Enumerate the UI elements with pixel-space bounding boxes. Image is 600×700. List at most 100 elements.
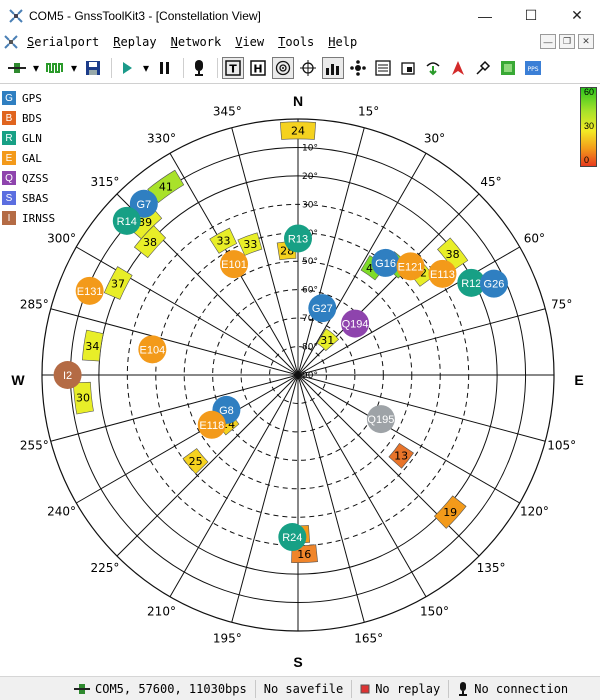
azimuth-label: 75° [551, 297, 572, 311]
bar-chart-icon[interactable] [322, 57, 344, 79]
legend-swatch: Q [2, 171, 16, 185]
menu-replay[interactable]: Replay [113, 35, 156, 49]
target-view-icon[interactable] [272, 57, 294, 79]
east-label: E [574, 372, 583, 388]
satellite-e121[interactable]: E121 [396, 252, 425, 281]
satellite-id: G27 [312, 303, 333, 315]
snr-value: 34 [85, 340, 99, 353]
save-icon[interactable] [82, 57, 104, 79]
constellation-icon[interactable] [347, 57, 369, 79]
window-title: COM5 - GnssToolKit3 - [Constellation Vie… [29, 8, 261, 23]
close-button[interactable]: ✕ [554, 0, 600, 31]
legend-swatch: E [2, 151, 16, 165]
azimuth-label: 165° [354, 632, 383, 646]
connect-dropdown-icon[interactable]: ▾ [31, 57, 41, 79]
colorbar-top-label: 60 [584, 87, 595, 97]
legend-item-qzss: Q QZSS [2, 168, 55, 188]
satellite-id: I2 [63, 370, 72, 382]
azimuth-label: 240° [47, 505, 76, 519]
satellite-id: Q194 [342, 319, 369, 331]
crosshair-icon[interactable] [297, 57, 319, 79]
satellite-q195[interactable]: Q195 [366, 405, 395, 434]
signal-wave-icon[interactable] [44, 57, 66, 79]
list-view-icon[interactable] [372, 57, 394, 79]
pause-icon[interactable] [154, 57, 176, 79]
satellite-icon[interactable] [472, 57, 494, 79]
snr-value: 31 [320, 334, 334, 347]
microphone-icon[interactable] [188, 57, 210, 79]
toolbar: ▾ ▾ ▾ T H PPS [0, 53, 600, 84]
azimuth-spoke [297, 374, 480, 557]
window-export-icon[interactable] [397, 57, 419, 79]
navigation-arrow-icon[interactable] [447, 57, 469, 79]
azimuth-label: 195° [213, 632, 242, 646]
legend-swatch: G [2, 91, 16, 105]
satellite-g27[interactable]: G27 [308, 294, 337, 323]
azimuth-label: 150° [420, 604, 449, 618]
wave-dropdown-icon[interactable]: ▾ [69, 57, 79, 79]
elevation-label: 50° [302, 257, 318, 267]
azimuth-label: 345° [213, 104, 242, 118]
download-icon[interactable] [422, 57, 444, 79]
south-label: S [293, 654, 302, 670]
satellite-r13[interactable]: R13 [284, 224, 312, 253]
azimuth-spoke [116, 374, 299, 557]
pps-icon[interactable]: PPS [522, 57, 544, 79]
satellite-id: R24 [282, 532, 302, 544]
satellite-id: E113 [430, 269, 455, 281]
satellite-e104[interactable]: E104 [138, 335, 167, 364]
satellite-e101[interactable]: E101 [220, 250, 248, 279]
legend-swatch: S [2, 191, 16, 205]
menu-network[interactable]: Network [171, 35, 222, 49]
satellite-id: E118 [199, 420, 224, 432]
hex-view-icon[interactable]: H [247, 57, 269, 79]
svg-text:PPS: PPS [527, 66, 538, 73]
satellite-g16[interactable]: G16 [371, 248, 400, 277]
elevation-label: 20° [302, 172, 318, 182]
satellite-id: E104 [139, 344, 165, 356]
satellite-g26[interactable]: G26 [479, 269, 508, 298]
azimuth-label: 255° [20, 439, 49, 453]
snr-value: 16 [297, 548, 311, 561]
satellite-r14[interactable]: R14 [112, 206, 141, 235]
text-view-icon[interactable]: T [222, 57, 244, 79]
play-dropdown-icon[interactable]: ▾ [141, 57, 151, 79]
satellite-e131[interactable]: E131 [75, 276, 104, 305]
north-label: N [293, 93, 303, 109]
maximize-button[interactable]: ☐ [508, 0, 554, 31]
replay-status-text: No replay [375, 681, 441, 696]
mdi-close-button[interactable]: ✕ [578, 34, 594, 49]
status-bar: COM5, 57600, 11030bps No savefile No rep… [0, 676, 600, 700]
menu-tools[interactable]: Tools [278, 35, 314, 49]
mdi-restore-button[interactable]: ❐ [559, 34, 575, 49]
satellite-q194[interactable]: Q194 [341, 309, 370, 338]
menu-view[interactable]: View [235, 35, 264, 49]
green-block-icon[interactable] [497, 57, 519, 79]
menu-serialport[interactable]: Serialport [27, 35, 99, 49]
azimuth-label: 30° [424, 132, 445, 146]
satellite-r24[interactable]: R24 [278, 523, 307, 552]
snr-value: 41 [159, 180, 173, 193]
azimuth-label: 285° [20, 297, 49, 311]
connect-serial-icon[interactable] [6, 57, 28, 79]
satellite-i2[interactable]: I2 [53, 361, 82, 389]
legend-label: GPS [22, 91, 42, 105]
system-legend: G GPS B BDS R GLN E GAL Q QZSS S SBAS I IRNSS [2, 88, 55, 228]
satellite-id: R12 [461, 278, 481, 290]
legend-label: IRNSS [22, 211, 56, 225]
menu-help[interactable]: Help [328, 35, 357, 49]
mdi-minimize-button[interactable]: — [540, 34, 556, 49]
minimize-button[interactable]: — [462, 0, 508, 31]
elevation-label: 80° [302, 343, 318, 353]
serial-connector-icon [74, 683, 90, 694]
legend-label: GLN [22, 131, 42, 145]
svg-text:H: H [253, 63, 262, 76]
azimuth-label: 300° [47, 232, 76, 246]
legend-item-sbas: S SBAS [2, 188, 55, 208]
app-satellite-icon [9, 8, 23, 23]
elevation-label: 10° [302, 143, 318, 153]
satellite-e113[interactable]: E113 [428, 259, 457, 288]
play-icon[interactable] [116, 57, 138, 79]
satellite-e118[interactable]: E118 [197, 410, 226, 439]
snr-value: 24 [291, 124, 305, 137]
